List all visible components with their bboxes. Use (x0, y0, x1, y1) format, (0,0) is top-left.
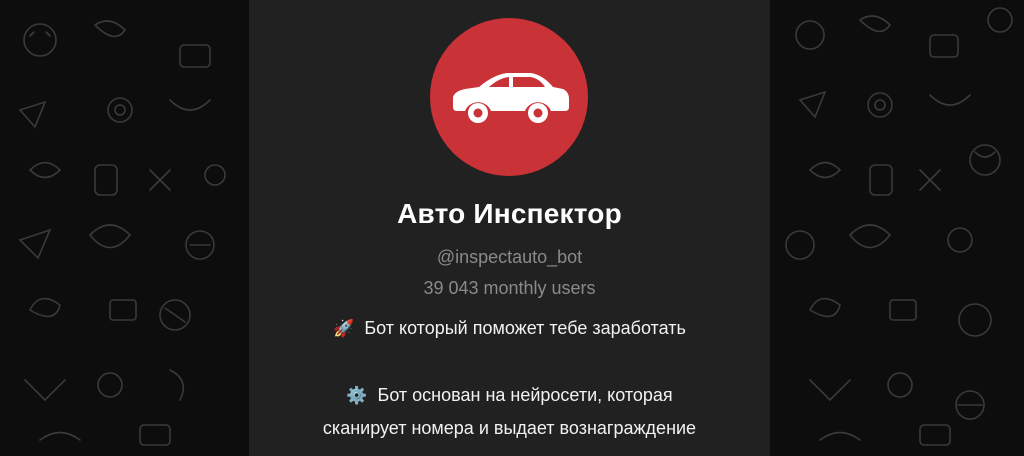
description-line-1-text: Бот который поможет тебе заработать (364, 318, 686, 338)
description-line-1: 🚀 Бот который поможет тебе заработать (249, 318, 770, 339)
description-line-3: сканирует номера и выдает вознаграждение (322, 418, 697, 438)
bot-avatar[interactable] (430, 18, 588, 176)
rocket-icon: 🚀 (333, 319, 355, 338)
gear-icon: ⚙️ (346, 386, 368, 405)
description-line-2: ⚙️ Бот основан на нейросети, которая (249, 385, 770, 406)
description-line-2-text: Бот основан на нейросети, которая (377, 385, 673, 405)
bot-name: Авто Инспектор (397, 198, 622, 229)
bot-username[interactable]: @inspectauto_bot (249, 247, 770, 268)
monthly-users-count: 39 043 monthly users (423, 278, 596, 298)
car-icon (453, 73, 569, 123)
